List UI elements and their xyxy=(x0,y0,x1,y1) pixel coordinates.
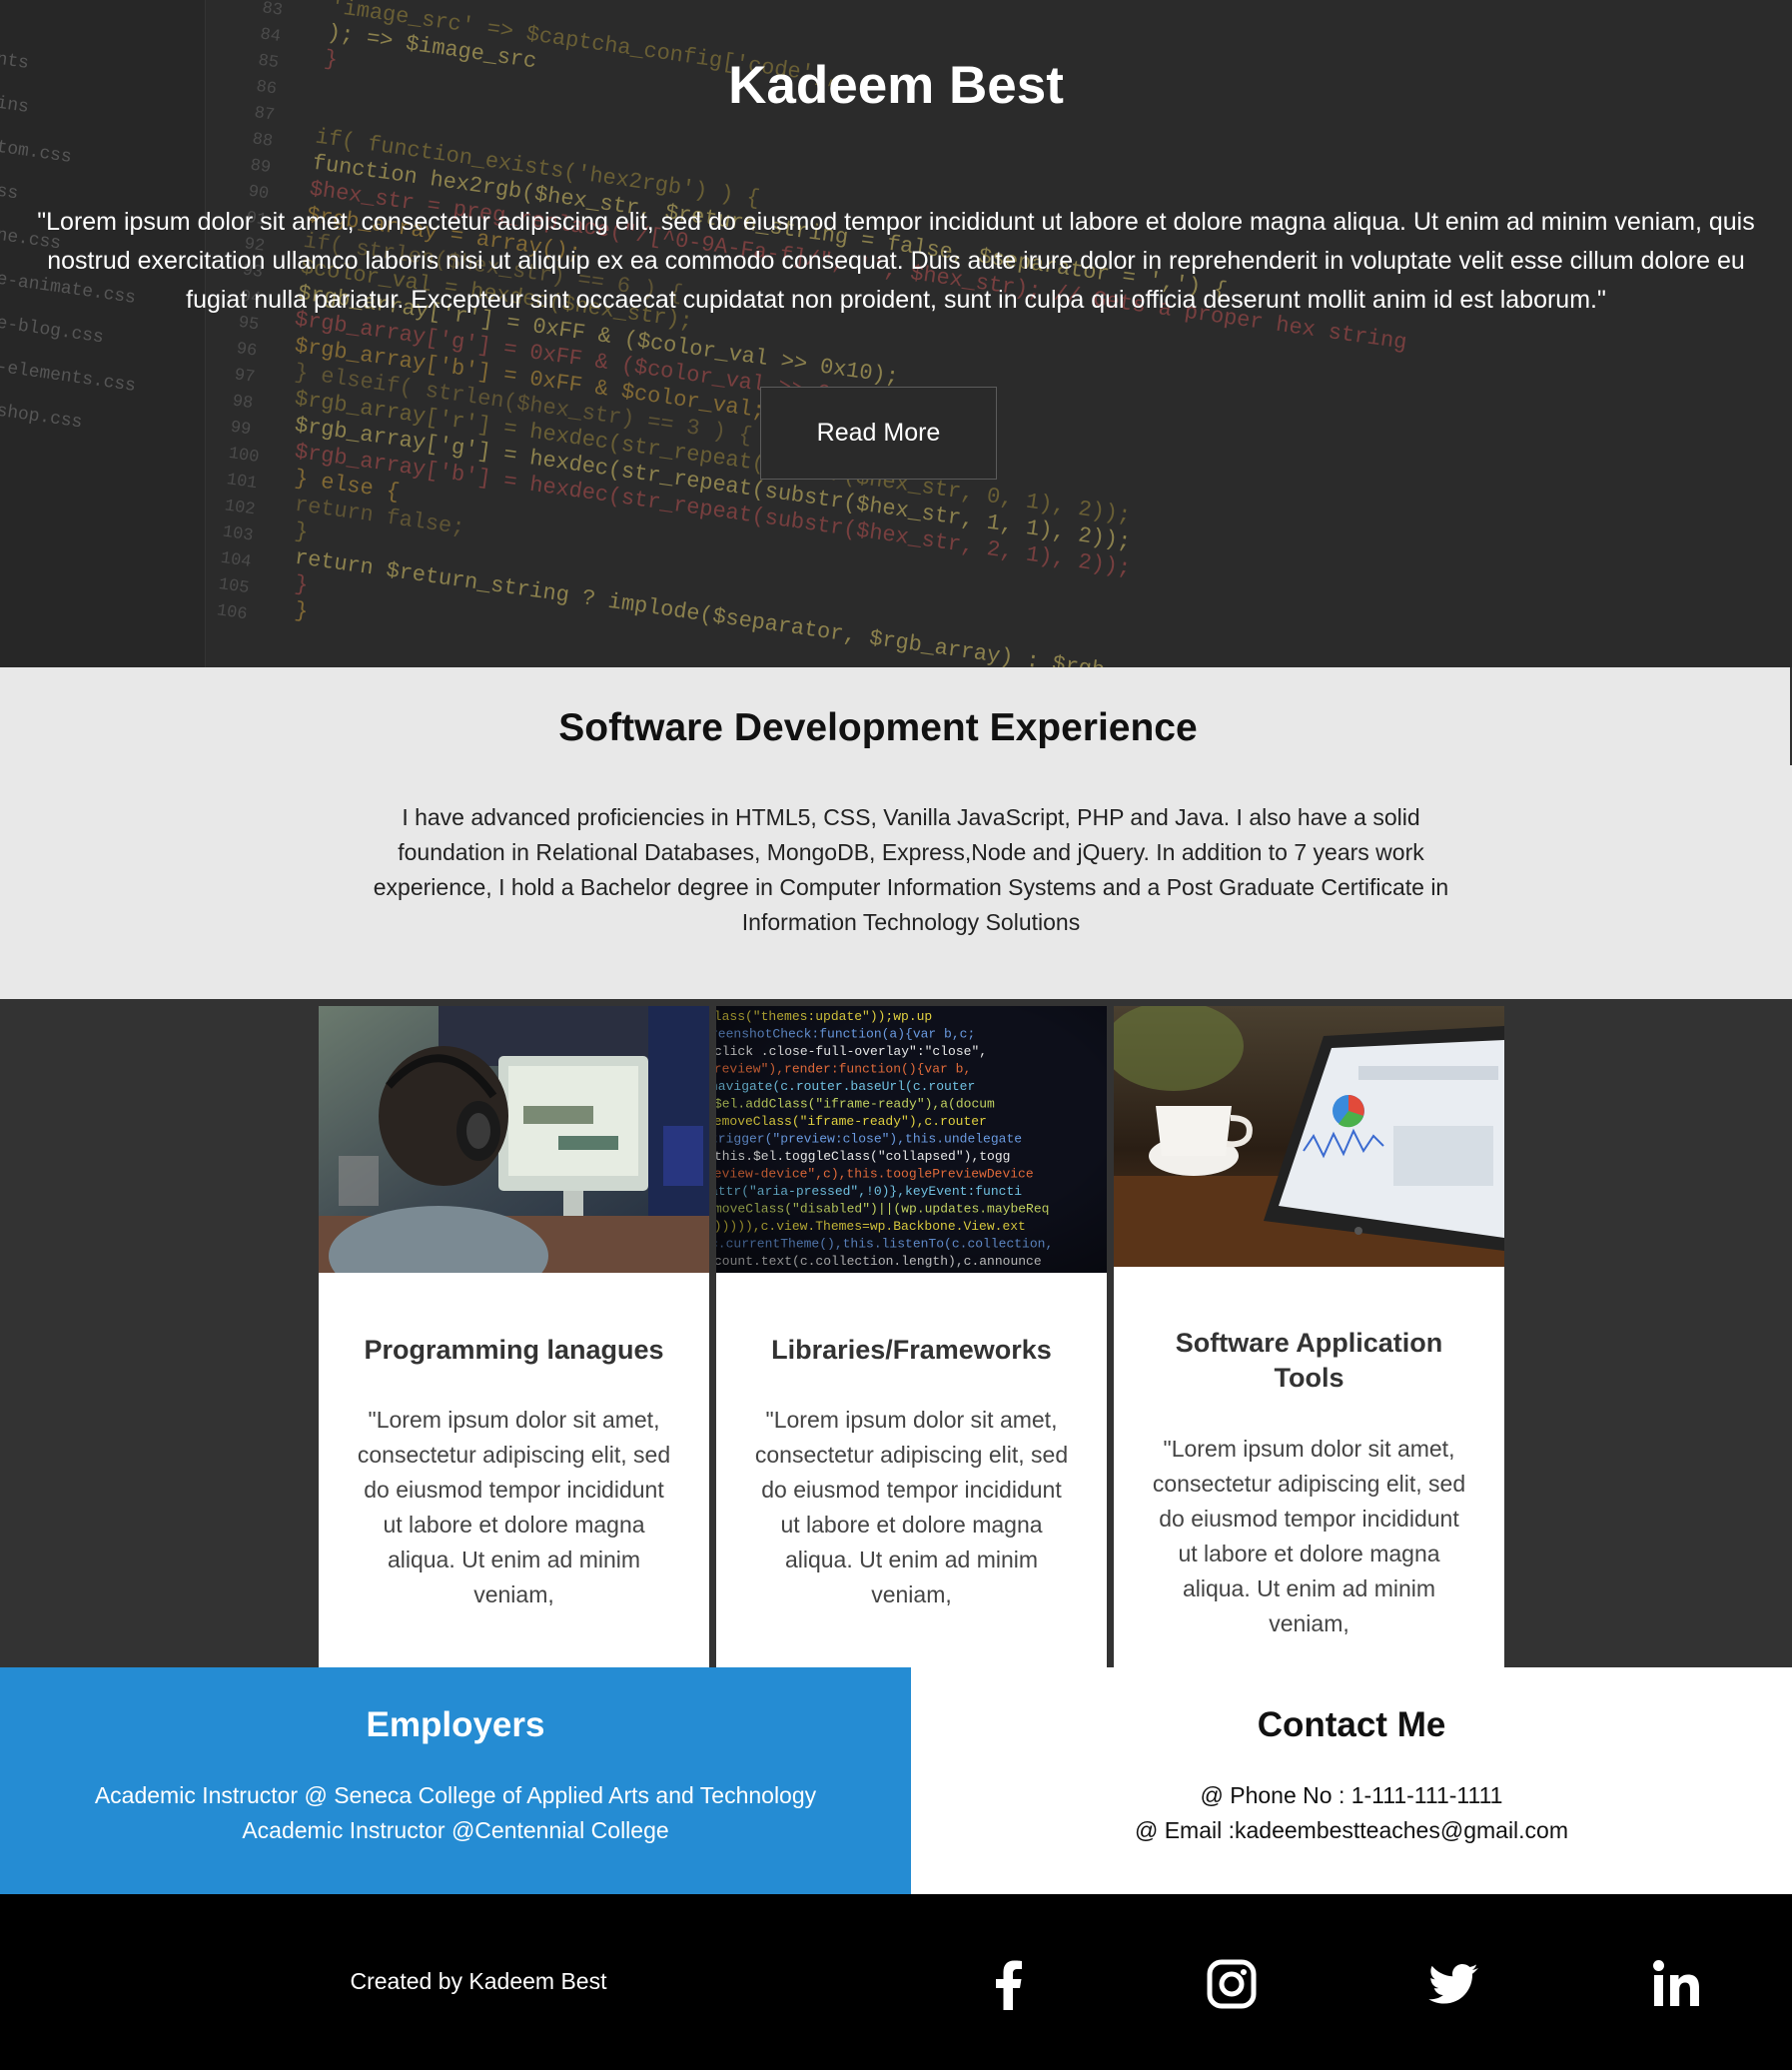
tablet-dashboard-image xyxy=(1114,1006,1504,1267)
linkedin-icon[interactable] xyxy=(1651,1958,1703,2010)
experience-text: I have advanced proficiencies in HTML5, … xyxy=(373,804,1449,935)
hero-section: nts ins tom.css ss ne.css e-animate.css e-blog… xyxy=(0,0,1792,667)
skill-card-programming: Programming lanagues "Lorem ipsum dolor … xyxy=(319,1006,709,1667)
experience-section: Software Development Experience I have a… xyxy=(0,667,1792,999)
employers-section: Employers Academic Instructor @ Seneca C… xyxy=(0,1667,911,1894)
card-text: "Lorem ipsum dolor sit amet, consectetur… xyxy=(357,1407,671,1607)
contact-title: Contact Me xyxy=(1257,1705,1446,1744)
twitter-icon[interactable] xyxy=(1428,1958,1480,2010)
facebook-icon[interactable] xyxy=(983,1958,1035,2010)
instagram-icon[interactable] xyxy=(1206,1958,1258,2010)
card-text: "Lorem ipsum dolor sit amet, consectetur… xyxy=(754,1407,1069,1607)
employer-item: Academic Instructor @ Seneca College of … xyxy=(94,1782,817,1808)
footer-credit: Created by Kadeem Best xyxy=(350,1968,607,1994)
source-code-image: Class("themes:update"));wp.upreenshotChe… xyxy=(716,1006,1107,1273)
contact-email[interactable]: @ Email :kadeembestteaches@gmail.com xyxy=(911,1813,1792,1848)
skill-card-libraries: Class("themes:update"));wp.upreenshotChe… xyxy=(716,1006,1107,1667)
card-title: Software Application Tools xyxy=(1175,1328,1443,1393)
footer: Created by Kadeem Best xyxy=(0,1894,1792,2070)
employers-title: Employers xyxy=(366,1705,545,1744)
card-text: "Lorem ipsum dolor sit amet, consectetur… xyxy=(1152,1436,1466,1636)
skill-card-tools: Software Application Tools "Lorem ipsum … xyxy=(1114,1006,1504,1667)
contact-phone: @ Phone No : 1-111-111-1111 xyxy=(1200,1782,1503,1808)
employer-item: Academic Instructor @Centennial College xyxy=(242,1817,669,1843)
hero-quote: "Lorem ipsum dolor sit amet, consectetur… xyxy=(37,208,1755,314)
card-title: Programming lanagues xyxy=(364,1335,664,1365)
experience-title: Software Development Experience xyxy=(558,706,1198,749)
hero-title: Kadeem Best xyxy=(728,56,1064,115)
person-at-computer-image xyxy=(319,1006,709,1273)
read-more-button[interactable]: Read More xyxy=(760,387,997,480)
contact-section: Contact Me @ Phone No : 1-111-111-1111 @… xyxy=(911,1667,1792,1894)
card-title: Libraries/Frameworks xyxy=(771,1335,1052,1365)
